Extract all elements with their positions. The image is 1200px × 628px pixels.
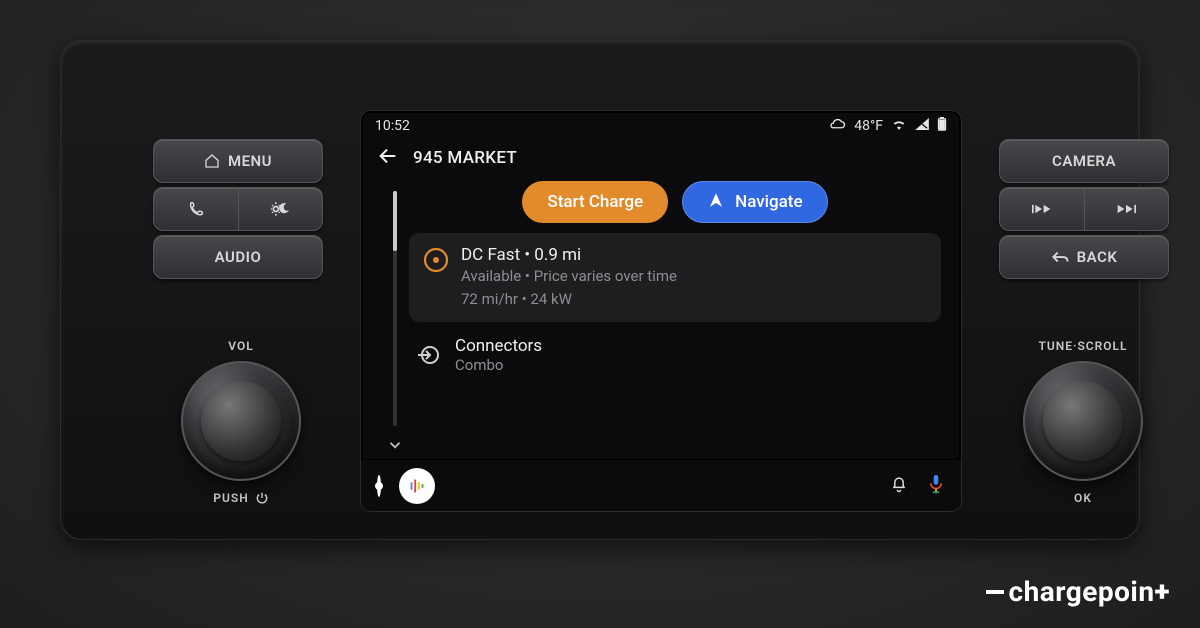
home-ring-icon (377, 475, 381, 497)
assistant-dots-icon (406, 475, 428, 497)
station-card[interactable]: DC Fast • 0.9 mi Available • Price varie… (409, 233, 941, 322)
head-unit-panel: MENU AUDIO CAMERA (60, 40, 1140, 540)
dash-icon (986, 590, 1004, 594)
station-card-body: DC Fast • 0.9 mi Available • Price varie… (461, 245, 927, 310)
next-track-icon (1085, 188, 1169, 230)
volume-knob-zone: VOL PUSH (161, 339, 321, 505)
ok-label: OK (1003, 491, 1163, 505)
power-icon (255, 491, 269, 505)
day-night-icon (239, 188, 323, 230)
connectors-value: Combo (455, 356, 542, 374)
enter-arrow-icon (415, 342, 441, 368)
connectors-title: Connectors (455, 336, 542, 356)
vol-label: VOL (161, 339, 321, 353)
menu-label: MENU (228, 152, 272, 170)
phone-brightness-button[interactable] (153, 187, 323, 231)
content-area: Start Charge Navigate DC Fast • 0.9 m (361, 179, 961, 459)
battery-icon (937, 117, 947, 135)
bottom-nav (361, 459, 961, 511)
menu-button[interactable]: MENU (153, 139, 323, 183)
tune-knob[interactable] (1023, 361, 1143, 481)
navigate-label: Navigate (735, 192, 802, 212)
phone-icon (154, 188, 239, 230)
navigate-arrow-icon (707, 191, 725, 214)
status-bar: 10:52 48°F (361, 111, 961, 141)
plus-icon: + (1155, 575, 1170, 608)
connectors-item[interactable]: Connectors Combo (409, 332, 941, 374)
start-charge-button[interactable]: Start Charge (522, 181, 668, 223)
prev-next-button[interactable] (999, 187, 1169, 231)
station-line1: Available • Price varies over time (461, 265, 927, 288)
page-title: 945 MARKET (413, 148, 517, 168)
start-charge-label: Start Charge (547, 192, 643, 212)
touchscreen: 10:52 48°F 945 MARKET (361, 111, 961, 511)
scroll-rail[interactable] (381, 179, 409, 459)
station-title: DC Fast • 0.9 mi (461, 245, 927, 265)
mic-icon[interactable] (927, 473, 945, 499)
back-button[interactable]: BACK (999, 235, 1169, 279)
status-time: 10:52 (375, 118, 410, 134)
back-arrow-icon[interactable] (377, 145, 399, 171)
tune-label: TUNE·SCROLL (1003, 339, 1163, 353)
status-right: 48°F (828, 117, 947, 135)
camera-label: CAMERA (1052, 152, 1116, 170)
header-row: 945 MARKET (361, 141, 961, 179)
back-label: BACK (1077, 248, 1118, 266)
notification-bell-icon[interactable] (889, 474, 909, 498)
audio-label: AUDIO (215, 248, 262, 266)
scroll-thumb[interactable] (393, 191, 397, 251)
action-row: Start Charge Navigate (409, 181, 941, 223)
chargepoint-logo-icon (423, 247, 449, 273)
tune-knob-zone: TUNE·SCROLL OK (1003, 339, 1163, 505)
volume-knob[interactable] (181, 361, 301, 481)
wifi-icon (891, 118, 907, 134)
connectors-body: Connectors Combo (455, 336, 542, 374)
home-button[interactable] (377, 477, 381, 495)
chevron-down-icon[interactable] (386, 436, 404, 459)
right-button-cluster: CAMERA BACK (999, 139, 1169, 279)
app-launcher-button[interactable] (399, 468, 435, 504)
main-column: Start Charge Navigate DC Fast • 0.9 m (409, 179, 951, 459)
push-power-label: PUSH (161, 491, 321, 505)
weather-cloud-icon (828, 118, 846, 134)
left-button-cluster: MENU AUDIO (153, 139, 323, 279)
status-temp: 48°F (854, 118, 883, 134)
scroll-track[interactable] (393, 191, 397, 426)
audio-button[interactable]: AUDIO (153, 235, 323, 279)
prev-track-icon (1000, 188, 1085, 230)
signal-icon (915, 118, 929, 134)
chargepoint-watermark: chargepoin+ (986, 575, 1170, 608)
back-arrow-icon (1051, 249, 1069, 265)
camera-button[interactable]: CAMERA (999, 139, 1169, 183)
home-icon (204, 153, 220, 169)
station-line2: 72 mi/hr • 24 kW (461, 288, 927, 311)
navigate-button[interactable]: Navigate (682, 181, 827, 223)
